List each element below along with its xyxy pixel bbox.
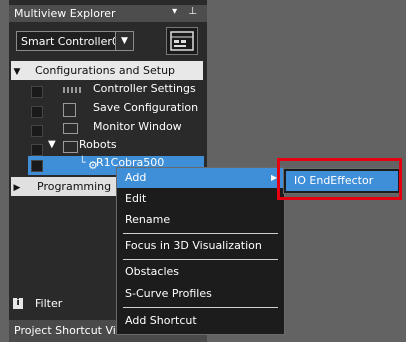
menu-item-label: Focus in 3D Visualization <box>125 239 262 252</box>
controller-dropdown[interactable]: Smart Controller0 ▼ <box>16 31 134 51</box>
menu-item-add-shortcut[interactable]: Add Shortcut <box>117 311 284 331</box>
filter-label: Filter <box>35 297 63 310</box>
menu-separator <box>123 307 278 308</box>
tree-item-programming[interactable]: ▶ Programming <box>11 177 116 196</box>
tree-item-label: Configurations and Setup <box>35 64 176 77</box>
controller-device-icon <box>170 31 194 51</box>
menu-item-add[interactable]: Add ▶ <box>117 168 284 188</box>
monitor-icon <box>63 123 78 134</box>
expand-icon[interactable]: ▼ <box>48 139 56 150</box>
checkbox[interactable] <box>31 160 43 172</box>
menu-item-label: Rename <box>125 213 171 226</box>
panel-title-bar: Multiview Explorer ▾ ⊥ <box>9 5 207 22</box>
menu-separator <box>123 233 278 234</box>
checkbox[interactable] <box>31 144 43 156</box>
checkbox[interactable] <box>31 125 43 137</box>
context-menu: Add ▶ Edit Rename Focus in 3D Visualizat… <box>116 167 285 335</box>
menu-item-label: Add <box>125 171 147 184</box>
panel-title: Multiview Explorer <box>14 7 116 20</box>
tree-item-configurations[interactable]: ▼ Configurations and Setup <box>11 61 203 80</box>
collapse-icon[interactable]: ▶ <box>11 179 23 198</box>
menu-item-label: Edit <box>125 192 147 205</box>
menu-item-label: Obstacles <box>125 265 180 278</box>
filter-icon: i <box>13 298 23 309</box>
checkbox[interactable] <box>31 106 43 118</box>
menu-item-label: S-Curve Profiles <box>125 287 212 300</box>
dropdown-arrow-icon[interactable]: ▼ <box>115 32 133 50</box>
menu-separator <box>123 259 278 260</box>
pin-icon[interactable]: ▾ ⊥ <box>172 6 201 17</box>
save-icon <box>63 103 76 117</box>
tree-item-robots[interactable]: Robots <box>79 138 117 151</box>
menu-item-obstacles[interactable]: Obstacles <box>117 262 284 282</box>
folder-icon <box>63 141 78 153</box>
tree-item-controller-settings[interactable]: Controller Settings <box>93 82 196 95</box>
checkbox[interactable] <box>31 86 43 98</box>
menu-item-focus-3d[interactable]: Focus in 3D Visualization <box>117 236 284 256</box>
menu-item-edit[interactable]: Edit <box>117 189 284 209</box>
filter-row[interactable]: i Filter <box>11 296 121 314</box>
menu-item-rename[interactable]: Rename <box>117 210 284 230</box>
tree-connector: └ <box>79 156 86 169</box>
menu-item-s-curve-profiles[interactable]: S-Curve Profiles <box>117 284 284 304</box>
settings-icon <box>63 87 83 93</box>
callout-highlight-box <box>277 158 402 200</box>
controller-dropdown-value: Smart Controller0 <box>21 35 119 48</box>
tree-item-save-configuration[interactable]: Save Configuration <box>93 101 198 114</box>
tree-item-label: Programming <box>37 180 112 193</box>
tree-item-monitor-window[interactable]: Monitor Window <box>93 120 182 133</box>
menu-item-label: Add Shortcut <box>125 314 197 327</box>
controller-device-button[interactable] <box>166 27 198 55</box>
expand-icon[interactable]: ▼ <box>11 63 23 82</box>
